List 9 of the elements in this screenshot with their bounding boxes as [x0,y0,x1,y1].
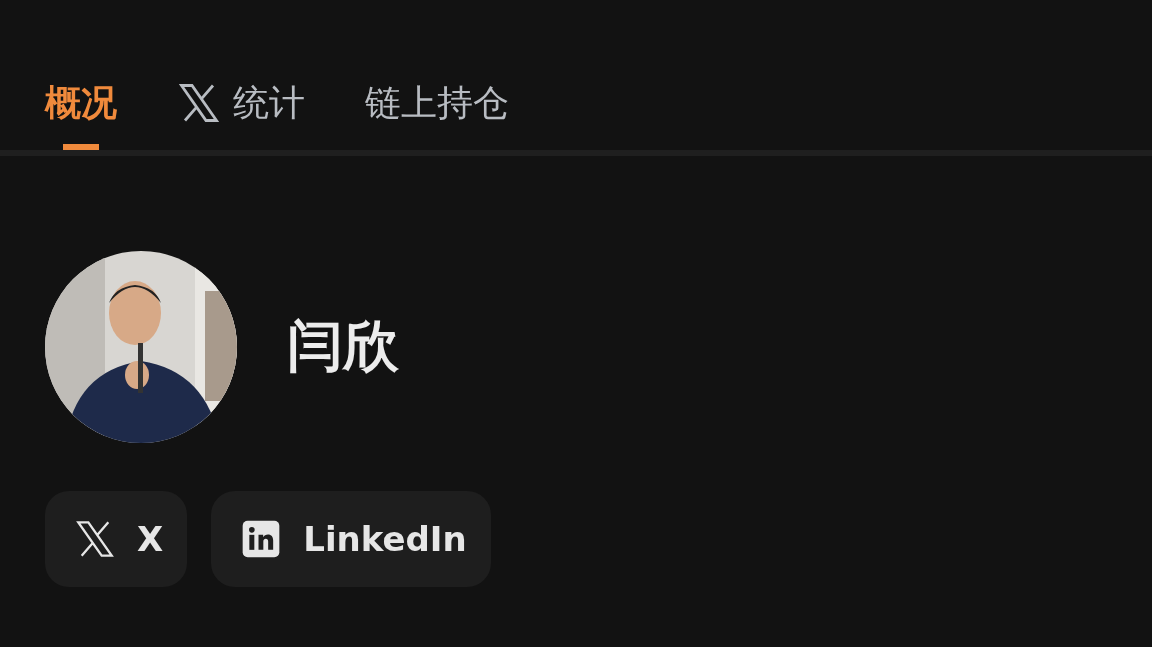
x-logo-icon [177,82,221,124]
social-link-button[interactable]: X [45,491,188,587]
profile-name: 闫欣 [287,312,399,380]
social-link-button[interactable]: LinkedIn [211,491,491,587]
linkedin-icon [241,519,282,559]
x-logo-icon [75,519,115,559]
tab[interactable]: 链上持仓 [365,70,509,150]
tab[interactable]: 概况 [45,70,117,150]
tab[interactable]: 统计 [177,70,305,150]
